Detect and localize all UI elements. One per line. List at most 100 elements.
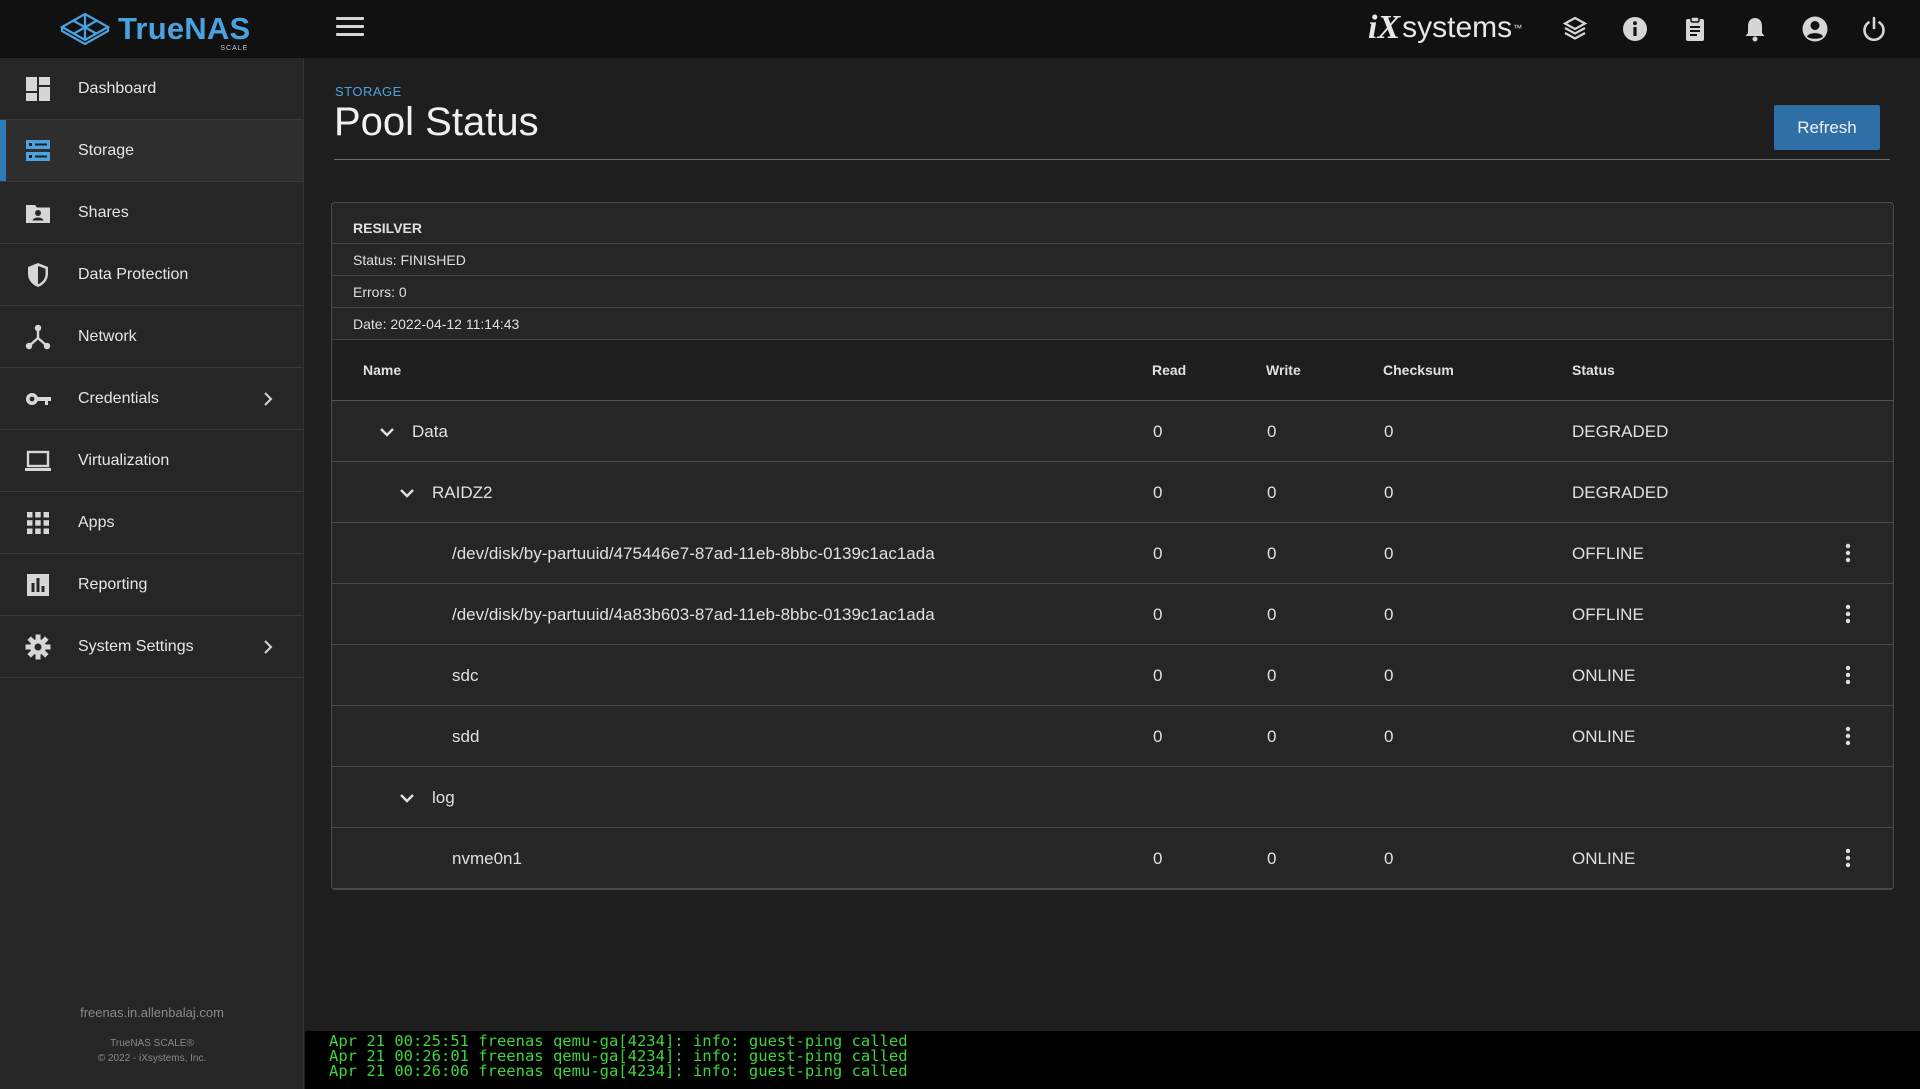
- sidebar-item-network[interactable]: Network: [0, 306, 303, 368]
- storage-icon: [26, 139, 50, 161]
- bar-chart-icon: [27, 573, 49, 596]
- menu-icon[interactable]: [336, 17, 364, 41]
- chevron-down-icon[interactable]: [378, 423, 396, 441]
- row-checksum: 0: [1384, 422, 1394, 441]
- table-row[interactable]: sdc 0 0 0 ONLINE: [332, 645, 1893, 706]
- row-name: nvme0n1: [452, 849, 522, 868]
- row-name: sdc: [452, 666, 479, 685]
- row-checksum: 0: [1384, 666, 1394, 685]
- systems-mark: systems: [1402, 11, 1513, 44]
- sidebar: Dashboard Storage Shares Data Protection…: [0, 58, 304, 1089]
- row-write: 0: [1267, 666, 1277, 685]
- power-icon[interactable]: [1860, 15, 1888, 43]
- table-header: Name Read Write Checksum Status: [332, 340, 1893, 401]
- sidebar-item-data-protection[interactable]: Data Protection: [0, 244, 303, 306]
- chevron-right-icon: [264, 391, 273, 406]
- row-name: sdd: [452, 727, 480, 746]
- resilver-status: Status: FINISHED: [332, 244, 1893, 276]
- account-icon[interactable]: [1801, 15, 1829, 43]
- row-read: 0: [1153, 483, 1163, 502]
- sidebar-item-credentials[interactable]: Credentials: [0, 368, 303, 430]
- row-status: OFFLINE: [1572, 605, 1644, 624]
- row-read: 0: [1153, 605, 1163, 624]
- column-header-checksum[interactable]: Checksum: [1383, 362, 1454, 378]
- row-checksum: 0: [1384, 849, 1394, 868]
- column-header-read[interactable]: Read: [1152, 362, 1186, 378]
- column-header-name[interactable]: Name: [363, 362, 401, 378]
- logo-edition: SCALE: [220, 45, 249, 52]
- row-read: 0: [1153, 666, 1163, 685]
- apps-grid-icon: [27, 511, 49, 534]
- sidebar-item-dashboard[interactable]: Dashboard: [0, 58, 303, 120]
- sidebar-item-apps[interactable]: Apps: [0, 492, 303, 554]
- row-name: Data: [412, 422, 448, 441]
- table-row[interactable]: sdd 0 0 0 ONLINE: [332, 706, 1893, 767]
- sidebar-item-label: Apps: [78, 513, 115, 531]
- resilver-date: Date: 2022-04-12 11:14:43: [332, 308, 1893, 340]
- laptop-icon: [25, 450, 51, 471]
- row-write: 0: [1267, 849, 1277, 868]
- column-header-status[interactable]: Status: [1572, 362, 1615, 378]
- table-row[interactable]: RAIDZ2 0 0 0 DEGRADED: [332, 462, 1893, 523]
- sidebar-item-storage[interactable]: Storage: [0, 120, 303, 182]
- sidebar-item-label: Data Protection: [78, 265, 189, 283]
- hostname-link[interactable]: freenas.in.allenbalaj.com: [0, 1005, 304, 1020]
- version-text: TrueNAS SCALE®: [110, 1038, 194, 1049]
- sidebar-item-label: Virtualization: [78, 451, 170, 469]
- copyright-text: © 2022 - iXsystems, Inc.: [97, 1053, 207, 1064]
- row-status: ONLINE: [1572, 849, 1636, 868]
- row-read: 0: [1153, 422, 1163, 441]
- row-checksum: 0: [1384, 544, 1394, 563]
- row-status: OFFLINE: [1572, 544, 1644, 563]
- clipboard-icon[interactable]: [1681, 15, 1709, 43]
- sidebar-item-system-settings[interactable]: System Settings: [0, 616, 303, 678]
- table-row[interactable]: nvme0n1 0 0 0 ONLINE: [332, 828, 1893, 889]
- row-name: /dev/disk/by-partuuid/4a83b603-87ad-11eb…: [452, 605, 935, 624]
- more-vert-icon[interactable]: [1836, 724, 1860, 748]
- more-vert-icon[interactable]: [1836, 663, 1860, 687]
- resilver-title: RESILVER: [332, 212, 1893, 244]
- title-divider: [334, 159, 1890, 160]
- top-bar: TrueNAS SCALE iX systems ™: [0, 0, 1920, 58]
- breadcrumb[interactable]: STORAGE: [335, 84, 402, 99]
- sidebar-item-shares[interactable]: Shares: [0, 182, 303, 244]
- more-vert-icon[interactable]: [1836, 846, 1860, 870]
- more-vert-icon[interactable]: [1836, 602, 1860, 626]
- truenas-logo[interactable]: TrueNAS SCALE: [58, 8, 251, 52]
- column-header-write[interactable]: Write: [1266, 362, 1301, 378]
- chevron-down-icon[interactable]: [398, 484, 416, 502]
- dashboard-icon: [26, 76, 50, 101]
- sidebar-item-virtualization[interactable]: Virtualization: [0, 430, 303, 492]
- logo-name: TrueNAS: [118, 11, 251, 46]
- row-read: 0: [1153, 727, 1163, 746]
- more-vert-icon[interactable]: [1836, 541, 1860, 565]
- table-row[interactable]: /dev/disk/by-partuuid/4a83b603-87ad-11eb…: [332, 584, 1893, 645]
- row-status: ONLINE: [1572, 727, 1636, 746]
- row-write: 0: [1267, 483, 1277, 502]
- row-write: 0: [1267, 544, 1277, 563]
- row-status: DEGRADED: [1572, 483, 1669, 502]
- sidebar-item-label: Shares: [78, 203, 129, 221]
- table-row[interactable]: log: [332, 767, 1893, 828]
- sidebar-item-reporting[interactable]: Reporting: [0, 554, 303, 616]
- shield-icon: [28, 262, 48, 287]
- row-checksum: 0: [1384, 605, 1394, 624]
- row-name: /dev/disk/by-partuuid/475446e7-87ad-11eb…: [452, 544, 935, 563]
- shares-icon: [26, 204, 50, 223]
- truecommand-icon[interactable]: [1561, 15, 1589, 43]
- bell-icon[interactable]: [1741, 15, 1769, 43]
- row-checksum: 0: [1384, 483, 1394, 502]
- ix-mark: iX: [1368, 9, 1401, 46]
- pool-status-card: RESILVER Status: FINISHED Errors: 0 Date…: [331, 202, 1894, 890]
- refresh-button[interactable]: Refresh: [1774, 105, 1880, 150]
- page-title: Pool Status: [334, 100, 539, 144]
- table-row[interactable]: /dev/disk/by-partuuid/475446e7-87ad-11eb…: [332, 523, 1893, 584]
- table-row[interactable]: Data 0 0 0 DEGRADED: [332, 401, 1893, 462]
- row-status: DEGRADED: [1572, 422, 1669, 441]
- row-write: 0: [1267, 422, 1277, 441]
- chevron-right-icon: [264, 639, 273, 654]
- sidebar-item-label: Dashboard: [78, 79, 157, 97]
- chevron-down-icon[interactable]: [398, 789, 416, 807]
- gear-icon: [25, 634, 51, 659]
- info-icon[interactable]: [1621, 15, 1649, 43]
